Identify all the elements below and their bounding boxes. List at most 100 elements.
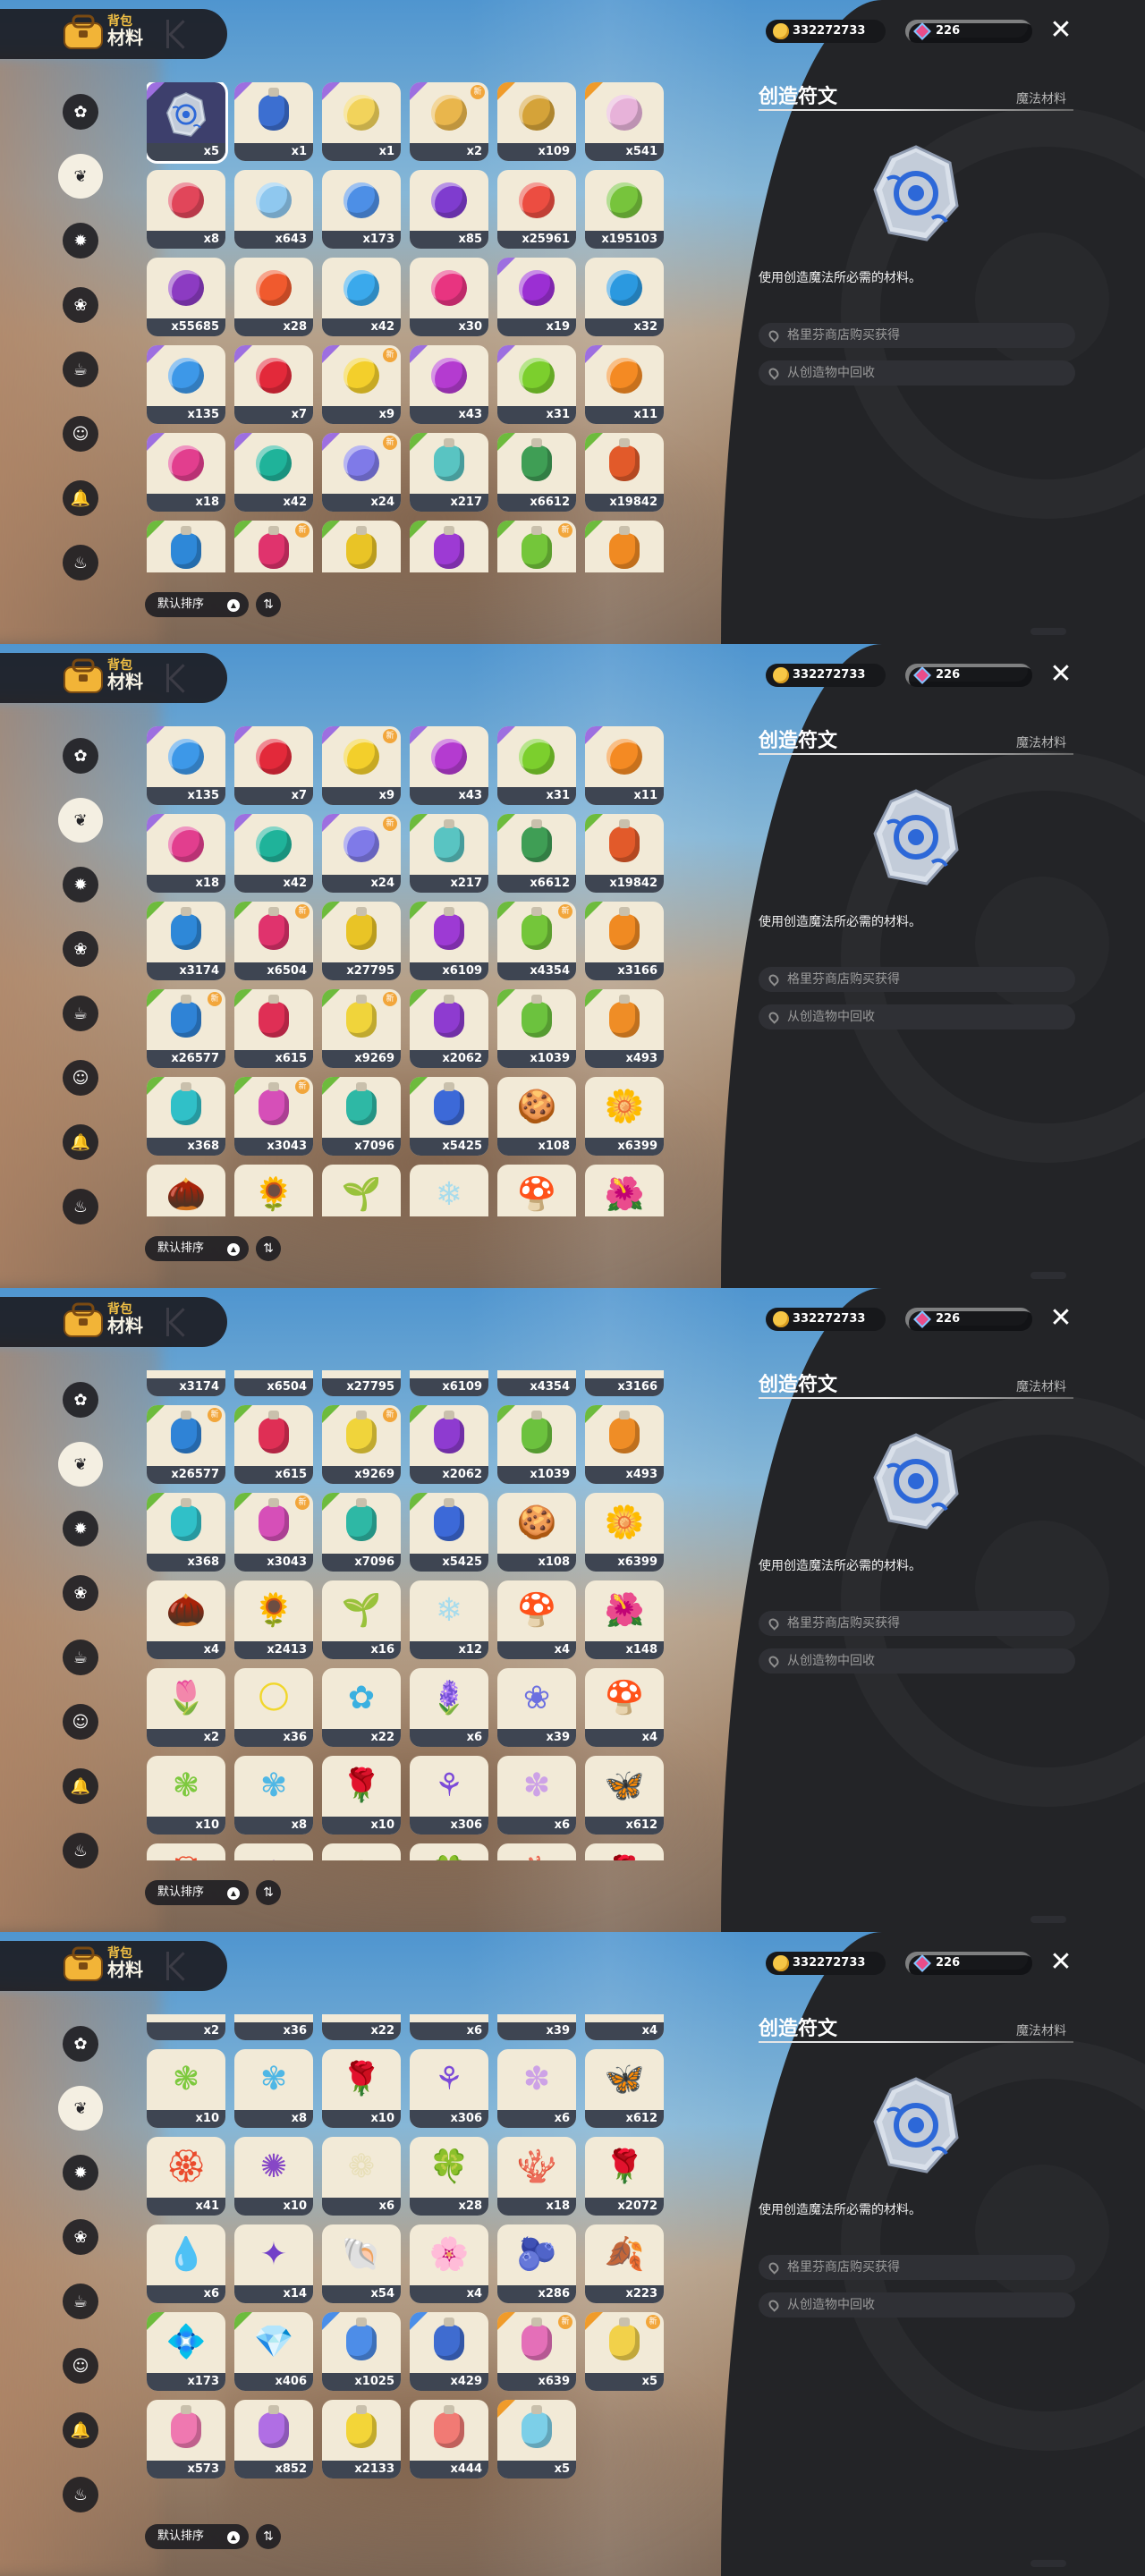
item-slot[interactable]: ✿x22: [322, 1668, 401, 1748]
item-slot[interactable]: 💧 x6: [147, 2224, 225, 2304]
item-slot[interactable]: x55685: [147, 258, 225, 336]
item-slot[interactable]: 🌹x2072: [585, 2137, 664, 2216]
item-slot[interactable]: x6612: [497, 814, 576, 893]
item-slot[interactable]: 新 x9269: [322, 1405, 401, 1485]
item-slot[interactable]: 新 x9269: [322, 989, 401, 1068]
category-tab-2[interactable]: ❦: [58, 154, 103, 199]
category-tab-4[interactable]: ❀: [63, 931, 98, 967]
item-slot[interactable]: 🪸 x18: [497, 2137, 576, 2216]
item-slot[interactable]: 🌷 x2: [147, 1668, 225, 1748]
sort-order-toggle-icon[interactable]: ⇅: [256, 1880, 281, 1905]
item-slot[interactable]: 🍪 x108: [497, 1077, 576, 1156]
item-slot[interactable]: ✾ x8: [234, 2049, 313, 2129]
category-tab-3[interactable]: ✹: [63, 223, 98, 258]
source-row[interactable]: 从创造物中回收: [759, 1004, 1075, 1030]
item-slot[interactable]: x31: [497, 345, 576, 424]
source-row[interactable]: 从创造物中回收: [759, 1648, 1075, 1674]
category-tab-3[interactable]: ✹: [63, 867, 98, 902]
item-slot[interactable]: x8: [147, 170, 225, 249]
item-slot[interactable]: ❁ x6: [322, 2137, 401, 2216]
item-slot[interactable]: 💠 x173: [147, 2312, 225, 2392]
item-slot[interactable]: x7096: [322, 1493, 401, 1572]
item-slot[interactable]: 🌰 x4: [147, 1580, 225, 1660]
category-tab-1[interactable]: ✿: [63, 2026, 98, 2062]
item-slot[interactable]: ✿x22: [322, 2014, 401, 2041]
close-icon[interactable]: ✕: [1045, 658, 1077, 691]
item-slot[interactable]: x615: [234, 989, 313, 1068]
item-slot[interactable]: x42: [234, 814, 313, 893]
item-slot[interactable]: x643: [234, 170, 313, 249]
item-slot[interactable]: 🌺x148: [585, 1580, 664, 1660]
close-icon[interactable]: ✕: [1045, 1302, 1077, 1335]
item-slot[interactable]: 🌹x2072: [585, 1843, 664, 1860]
item-slot[interactable]: 🏵x41: [147, 1843, 225, 1860]
category-tab-6[interactable]: ☺: [63, 1060, 98, 1096]
category-tab-8[interactable]: ♨: [63, 1833, 98, 1868]
source-row[interactable]: 格里芬商店购买获得: [759, 323, 1075, 348]
item-slot[interactable]: x43: [410, 726, 488, 805]
item-grid[interactable]: x5 x1 x1 新 x2 x109 x541 x8 x643 x173 x85 x25961 x195…: [147, 82, 674, 572]
category-tab-7[interactable]: 🔔: [63, 2412, 98, 2448]
sort-order-toggle-icon[interactable]: ⇅: [256, 2524, 281, 2549]
category-tab-1[interactable]: ✿: [63, 738, 98, 774]
item-slot[interactable]: 💎 x406: [234, 2312, 313, 2392]
category-tab-4[interactable]: ❀: [63, 287, 98, 323]
category-tab-6[interactable]: ☺: [63, 1704, 98, 1740]
item-slot[interactable]: x19842: [585, 433, 664, 512]
item-slot[interactable]: 新 x639: [497, 2312, 576, 2392]
item-slot[interactable]: x3174: [147, 902, 225, 980]
category-tab-5[interactable]: ☕: [63, 996, 98, 1031]
category-tab-7[interactable]: 🔔: [63, 480, 98, 516]
item-slot[interactable]: ✽ x6: [497, 2049, 576, 2129]
sort-dropdown[interactable]: 默认排序 ▲: [145, 1880, 249, 1905]
item-slot[interactable]: x11: [585, 345, 664, 424]
item-slot[interactable]: x1: [234, 82, 313, 161]
item-slot[interactable]: x1039: [497, 1405, 576, 1485]
sort-order-toggle-icon[interactable]: ⇅: [256, 592, 281, 617]
item-slot[interactable]: 🍄x4: [585, 2014, 664, 2041]
item-slot[interactable]: x5: [497, 2400, 576, 2479]
source-row[interactable]: 从创造物中回收: [759, 360, 1075, 386]
item-slot[interactable]: x11: [585, 726, 664, 805]
category-tab-6[interactable]: ☺: [63, 416, 98, 452]
item-slot[interactable]: x6109: [410, 902, 488, 980]
item-slot[interactable]: 🌼 x6399: [585, 1077, 664, 1156]
category-tab-2[interactable]: ❦: [58, 798, 103, 843]
category-tab-5[interactable]: ☕: [63, 2284, 98, 2319]
item-slot[interactable]: x195103: [585, 170, 664, 249]
sort-dropdown[interactable]: 默认排序 ▲: [145, 2524, 249, 2549]
item-slot[interactable]: 🌱x16: [322, 1580, 401, 1660]
item-slot[interactable]: x217: [410, 814, 488, 893]
item-slot[interactable]: x5425: [410, 1077, 488, 1156]
item-slot[interactable]: 🫐 x286: [497, 2224, 576, 2304]
item-slot[interactable]: x852: [234, 2400, 313, 2479]
item-slot[interactable]: 新 x2: [410, 82, 488, 161]
sort-dropdown[interactable]: 默认排序 ▲: [145, 592, 249, 617]
category-tab-2[interactable]: ❦: [58, 1442, 103, 1487]
item-slot[interactable]: x541: [585, 82, 664, 161]
item-slot[interactable]: x429: [410, 2312, 488, 2392]
source-row[interactable]: 格里芬商店购买获得: [759, 2255, 1075, 2280]
sort-dropdown[interactable]: 默认排序 ▲: [145, 1236, 249, 1261]
category-tab-8[interactable]: ♨: [63, 1189, 98, 1224]
item-slot[interactable]: x27795: [322, 1370, 401, 1397]
item-slot[interactable]: 新 x3043: [234, 1493, 313, 1572]
item-slot[interactable]: x2062: [410, 1405, 488, 1485]
item-slot[interactable]: 🌱x16: [322, 1165, 401, 1216]
sort-order-toggle-icon[interactable]: ⇅: [256, 1236, 281, 1261]
item-slot[interactable]: x2133: [322, 2400, 401, 2479]
item-slot[interactable]: 🍂 x223: [585, 2224, 664, 2304]
item-slot[interactable]: ✽ x6: [497, 1756, 576, 1835]
item-slot[interactable]: x43: [410, 345, 488, 424]
item-slot[interactable]: x19842: [585, 814, 664, 893]
item-grid[interactable]: x135 x7 新 x9 x43 x31 x11 x18 x42 新 x24 x217 x6612 x19…: [147, 726, 674, 1216]
item-slot[interactable]: x493: [585, 1405, 664, 1485]
category-tab-3[interactable]: ✹: [63, 1511, 98, 1546]
tab-switch-icon[interactable]: [166, 664, 193, 692]
source-row[interactable]: 格里芬商店购买获得: [759, 1611, 1075, 1636]
item-slot[interactable]: 🌕 x36: [234, 1668, 313, 1748]
category-tab-1[interactable]: ✿: [63, 94, 98, 130]
item-slot[interactable]: x368: [147, 1493, 225, 1572]
item-slot[interactable]: 🌺x148: [585, 1165, 664, 1216]
item-slot[interactable]: x217: [410, 433, 488, 512]
